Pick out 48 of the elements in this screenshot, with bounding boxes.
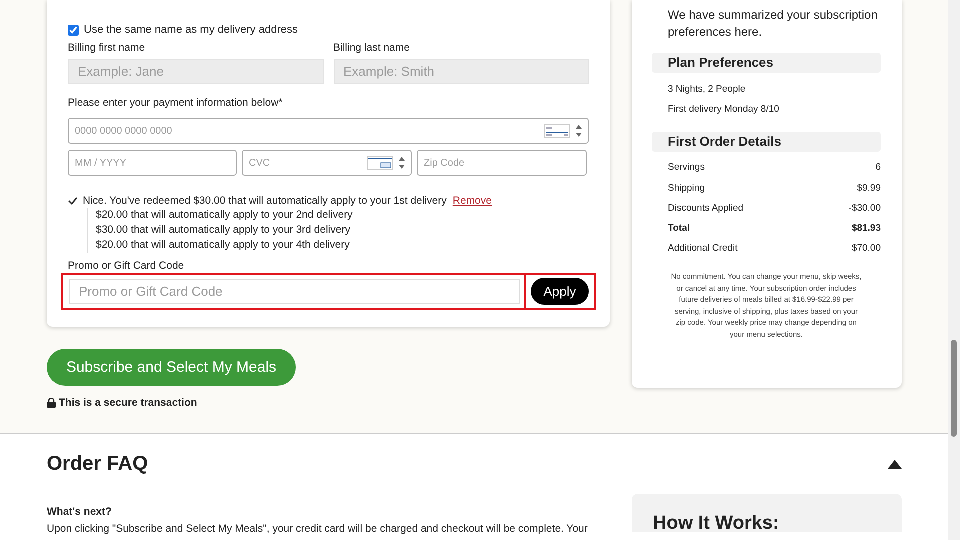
spinner-icon[interactable] <box>398 156 406 170</box>
zip-code-field[interactable]: Zip Code <box>417 150 587 176</box>
promo-code-field[interactable]: Promo or Gift Card Code <box>69 279 520 304</box>
summary-intro: We have summarized your subscription preferences here. <box>668 7 879 40</box>
cvc-card-icon <box>367 156 393 170</box>
summary-label: Discounts Applied <box>668 202 744 214</box>
section-header: First Order Details <box>652 132 881 152</box>
summary-label: Servings <box>668 162 705 174</box>
summary-label: 3 Nights, 2 People <box>668 84 746 95</box>
credit-message: $30.00 that will automatically apply to your 3rd delivery <box>96 223 352 238</box>
subscribe-button[interactable]: Subscribe and Select My Meals <box>47 349 296 386</box>
panel-title: How It Works: <box>653 514 780 534</box>
section-header: Plan Preferences <box>652 53 881 73</box>
collapse-caret-icon[interactable] <box>888 460 902 468</box>
summary-value: $70.00 <box>852 243 881 254</box>
input-field[interactable]: Example: Smith <box>334 59 589 84</box>
expiry-field[interactable]: MM / YYYY <box>68 150 237 176</box>
check-icon <box>68 196 78 204</box>
card-number-field[interactable]: 0000 0000 0000 0000 <box>68 118 589 144</box>
summary-label: Additional Credit <box>668 243 738 254</box>
summary-value: $9.99 <box>857 182 881 194</box>
faq-answer: Upon clicking "Subscribe and Select My Meals", your credit card will be charged and checkout will be complete. Your <box>47 523 589 535</box>
card-icon <box>544 124 570 138</box>
summary-label: Total <box>668 223 690 234</box>
apply-button[interactable]: Apply <box>531 278 589 305</box>
summary-label: Shipping <box>668 182 705 194</box>
checkbox-label: Use the same name as my delivery address <box>84 24 298 36</box>
spinner-icon[interactable] <box>575 124 583 138</box>
summary-label: First delivery Monday 8/10 <box>668 104 780 115</box>
field-label: Billing last name <box>334 42 411 54</box>
scrollbar[interactable] <box>948 0 960 540</box>
faq-question: What's next? <box>47 506 113 518</box>
remove-link[interactable]: Remove <box>452 194 492 206</box>
secure-note: This is a secure transaction <box>59 397 198 409</box>
credit-message: $20.00 that will automatically apply to your 4th delivery <box>96 238 351 253</box>
field-label: Promo or Gift Card Code <box>68 260 186 272</box>
field-label: Billing first name <box>68 42 146 54</box>
summary-value: -$30.00 <box>848 202 881 214</box>
summary-value: $81.93 <box>852 223 881 234</box>
section-title: Order FAQ <box>47 452 148 476</box>
cvc-field[interactable]: CVC <box>242 150 412 176</box>
credit-message: Nice. You've redeemed $30.00 that will automatically apply to your 1st delivery Remove <box>83 194 492 206</box>
checkbox[interactable] <box>68 24 79 36</box>
summary-value: 6 <box>876 162 881 174</box>
credit-message: $20.00 that will automatically apply to your 2nd delivery <box>96 208 354 223</box>
lock-icon <box>47 398 56 408</box>
payment-prompt: Please enter your payment information below* <box>68 97 284 109</box>
input-field[interactable]: Example: Jane <box>68 59 324 84</box>
